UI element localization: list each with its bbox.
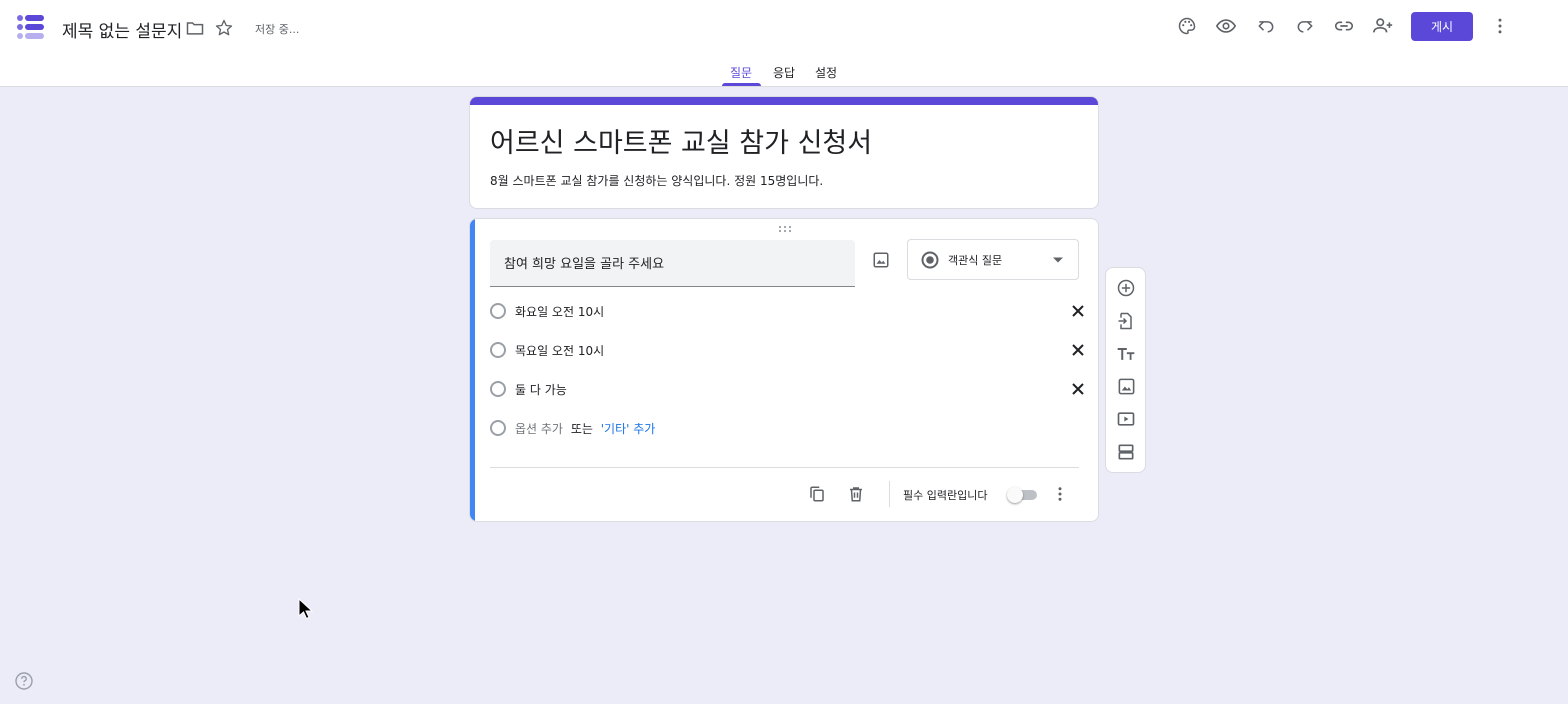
add-section-icon[interactable] [1114,440,1138,464]
radio-button-icon [920,250,940,270]
add-video-icon[interactable] [1114,407,1138,431]
option-radio [490,342,506,358]
document-title[interactable]: 제목 없는 설문지 [62,17,182,42]
form-title-card[interactable]: 어르신 스마트폰 교실 참가 신청서 8월 스마트폰 교실 참가를 신청하는 양… [469,96,1099,209]
form-title[interactable]: 어르신 스마트폰 교실 참가 신청서 [490,121,872,160]
tab-settings[interactable]: 설정 [815,64,837,81]
app-header: 제목 없는 설문지 저장 중... 게시 질문 응답 설정 [0,0,1568,87]
question-type-label: 객관식 질문 [948,254,1003,267]
save-status: 저장 중... [255,23,300,36]
preview-icon[interactable] [1214,14,1238,38]
option-radio [490,303,506,319]
add-collaborator-icon[interactable] [1371,14,1395,38]
floating-toolbar [1105,267,1146,473]
remove-option-icon[interactable] [1068,340,1088,360]
drag-handle-icon[interactable] [777,224,793,234]
add-question-icon[interactable] [1114,276,1138,300]
required-toggle[interactable] [1007,487,1039,503]
undo-icon[interactable] [1254,14,1278,38]
option-radio [490,420,506,436]
help-icon[interactable] [14,671,34,691]
more-vert-icon[interactable] [1488,14,1512,38]
remove-option-icon[interactable] [1068,301,1088,321]
footer-separator [889,481,890,507]
form-description[interactable]: 8월 스마트폰 교실 참가를 신청하는 양식입니다. 정원 15명입니다. [490,172,823,189]
redo-icon[interactable] [1293,14,1317,38]
option-row[interactable]: 목요일 오전 10시 [490,338,1084,362]
star-icon[interactable] [212,16,236,40]
link-icon[interactable] [1332,14,1356,38]
add-image-icon[interactable] [869,248,893,272]
folder-icon[interactable] [183,16,207,40]
question-card[interactable]: 참여 희망 요일을 골라 주세요 객관식 질문 화요일 오전 10시 목요일 오… [469,218,1099,522]
option-label[interactable]: 화요일 오전 10시 [515,303,604,320]
duplicate-icon[interactable] [805,482,829,506]
active-tab-indicator [722,83,761,86]
import-questions-icon[interactable] [1114,309,1138,333]
dropdown-arrow-icon [1052,256,1064,264]
forms-logo-icon[interactable] [16,12,46,42]
option-label[interactable]: 둘 다 가능 [515,381,567,398]
question-more-icon[interactable] [1048,482,1072,506]
required-label: 필수 입력란입니다 [903,489,988,502]
option-radio [490,381,506,397]
option-row[interactable]: 둘 다 가능 [490,377,1084,401]
add-other-button[interactable]: '기타' 추가 [601,422,656,436]
or-label: 또는 [570,422,593,436]
card-footer-divider [490,467,1079,468]
add-image-icon[interactable] [1114,374,1138,398]
remove-option-icon[interactable] [1068,379,1088,399]
add-title-icon[interactable] [1114,342,1138,366]
option-row[interactable]: 화요일 오전 10시 [490,299,1084,323]
active-card-indicator [470,219,475,521]
add-option-row: 옵션 추가 또는 '기타' 추가 [490,416,1080,440]
question-type-dropdown[interactable]: 객관식 질문 [907,239,1079,280]
tab-questions[interactable]: 질문 [730,64,752,81]
tab-bar: 질문 응답 설정 [0,56,1568,87]
palette-icon[interactable] [1175,14,1199,38]
option-label[interactable]: 목요일 오전 10시 [515,342,604,359]
mouse-cursor-icon [298,598,314,620]
add-option-button[interactable]: 옵션 추가 [515,422,563,436]
delete-icon[interactable] [844,482,868,506]
title-card-accent-bar [470,97,1098,105]
publish-button[interactable]: 게시 [1411,12,1473,41]
question-title-input[interactable]: 참여 희망 요일을 골라 주세요 [490,240,855,287]
tab-responses[interactable]: 응답 [773,64,795,81]
